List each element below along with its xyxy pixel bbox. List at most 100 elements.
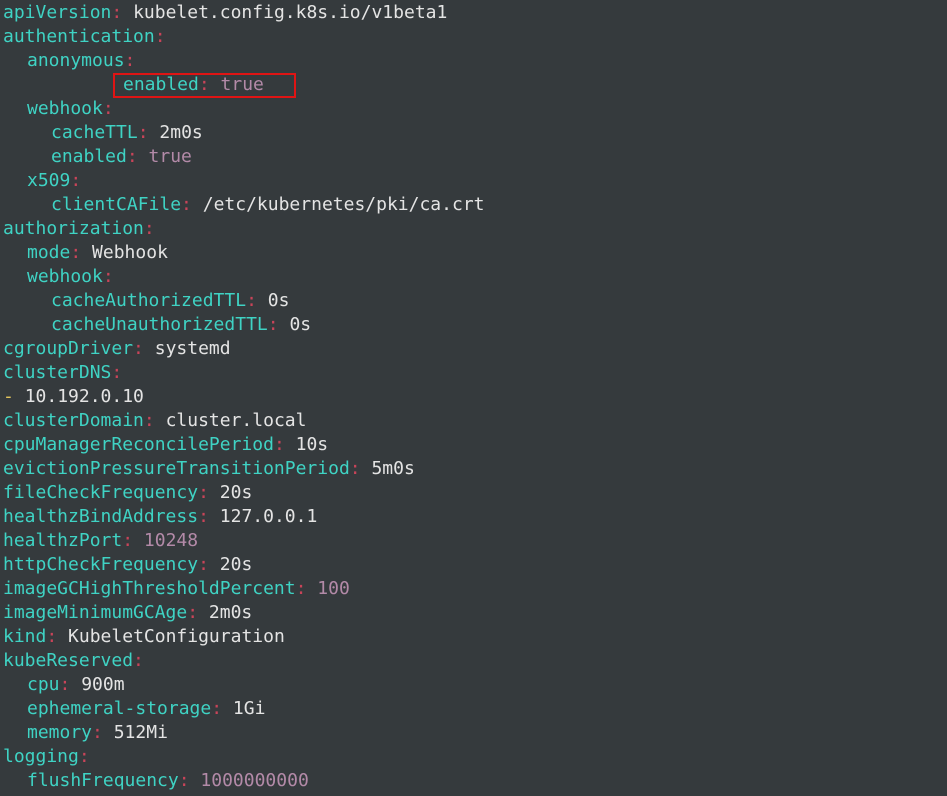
yaml-colon: : (143, 410, 166, 431)
yaml-key: healthzPort (3, 530, 123, 551)
yaml-colon: : (46, 626, 69, 647)
code-line-cgroupdriver: cgroupDriver: systemd (0, 337, 947, 361)
yaml-key: cacheTTL (51, 122, 138, 143)
yaml-key: clusterDNS (3, 362, 112, 383)
code-line-healthzbindaddress: healthzBindAddress: 127.0.0.1 (0, 505, 947, 529)
code-line-authz-webhook: webhook: (0, 265, 947, 289)
yaml-key: mode (27, 242, 71, 263)
yaml-value: 10.192.0.10 (24, 386, 144, 407)
yaml-key: logging (3, 746, 79, 767)
yaml-key: healthzBindAddress (3, 506, 199, 527)
code-line-kind: kind: KubeletConfiguration (0, 625, 947, 649)
yaml-colon: : (246, 290, 268, 311)
code-line-authentication: authentication: (0, 25, 947, 49)
yaml-colon: : (267, 314, 290, 335)
yaml-key: cpu (27, 674, 60, 695)
yaml-key: authorization (3, 218, 144, 239)
code-line-clientcafile: clientCAFile: /etc/kubernetes/pki/ca.crt (0, 193, 947, 217)
code-line-cacheauthorizedttl: cacheAuthorizedTTL: 0s (0, 289, 947, 313)
yaml-key: cacheUnauthorizedTTL (51, 314, 268, 335)
yaml-colon: : (78, 746, 90, 767)
yaml-value: KubeletConfiguration (68, 626, 285, 647)
yaml-list-dash: - (3, 386, 14, 407)
yaml-colon: : (137, 122, 160, 143)
yaml-colon: : (273, 434, 296, 455)
code-line-cachettl: cacheTTL: 2m0s (0, 121, 947, 145)
code-line-ephemeral-storage: ephemeral-storage: 1Gi (0, 697, 947, 721)
yaml-colon: : (211, 698, 233, 719)
code-line-cpu: cpu: 900m (0, 673, 947, 697)
yaml-value: 1Gi (232, 698, 266, 719)
code-line-webhook: webhook: (0, 97, 947, 121)
code-line-imagegchighthresholdpercent: imageGCHighThresholdPercent: 100 (0, 577, 947, 601)
code-line-kubereserved: kubeReserved: (0, 649, 947, 673)
yaml-value: 0s (289, 314, 312, 335)
yaml-value: 100 (317, 578, 350, 599)
yaml-key: anonymous (27, 50, 125, 71)
yaml-key: x509 (27, 170, 71, 191)
yaml-value: 2m0s (159, 122, 203, 143)
code-line-filecheckfrequency: fileCheckFrequency: 20s (0, 481, 947, 505)
yaml-colon: : (181, 194, 203, 215)
code-line-anonymous: anonymous: (0, 49, 947, 73)
yaml-value: 900m (81, 674, 125, 695)
yaml-colon: : (111, 2, 134, 23)
yaml-value: systemd (154, 338, 231, 359)
yaml-colon: : (198, 74, 221, 95)
yaml-value: kubelet.config.k8s.io/v1beta1 (133, 2, 448, 23)
yaml-colon: : (198, 554, 220, 575)
yaml-key: imageMinimumGCAge (3, 602, 188, 623)
code-line-clusterdns: clusterDNS: (0, 361, 947, 385)
yaml-colon: : (198, 482, 220, 503)
yaml-key: webhook (27, 266, 103, 287)
yaml-colon: : (59, 674, 82, 695)
yaml-colon: : (198, 506, 220, 527)
yaml-colon: : (102, 266, 114, 287)
yaml-colon: : (124, 50, 136, 71)
yaml-key: kind (3, 626, 47, 647)
yaml-colon: : (70, 242, 93, 263)
yaml-colon: : (92, 722, 114, 743)
code-line-flushfrequency: flushFrequency: 1000000000 (0, 769, 947, 793)
yaml-key: cacheAuthorizedTTL (51, 290, 247, 311)
yaml-key: kubeReserved (3, 650, 134, 671)
code-line-authorization: authorization: (0, 217, 947, 241)
yaml-value: 10248 (143, 530, 199, 551)
yaml-colon: : (122, 530, 144, 551)
yaml-value: 20s (219, 554, 253, 575)
yaml-key: clientCAFile (51, 194, 182, 215)
code-line-memory: memory: 512Mi (0, 721, 947, 745)
yaml-colon: : (187, 602, 209, 623)
yaml-colon: : (143, 218, 155, 239)
yaml-key: cpuManagerReconcilePeriod (3, 434, 274, 455)
yaml-key: cgroupDriver (3, 338, 134, 359)
code-line-httpcheckfrequency: httpCheckFrequency: 20s (0, 553, 947, 577)
yaml-key: fileCheckFrequency (3, 482, 199, 503)
code-line-mode: mode: Webhook (0, 241, 947, 265)
yaml-value: cluster.local (165, 410, 307, 431)
code-line-logging: logging: (0, 745, 947, 769)
code-line-healthzport: healthzPort: 10248 (0, 529, 947, 553)
yaml-value: 2m0s (208, 602, 253, 623)
yaml-colon: : (126, 146, 149, 167)
yaml-key: authentication (3, 26, 155, 47)
code-line-clusterdns-item: - 10.192.0.10 (0, 385, 947, 409)
code-line-cpumanagerreconcileperiod: cpuManagerReconcilePeriod: 10s (0, 433, 947, 457)
yaml-colon: : (349, 458, 372, 479)
yaml-value: 512Mi (113, 722, 168, 743)
yaml-value: 0s (267, 290, 290, 311)
code-line-apiversion: apiVersion: kubelet.config.k8s.io/v1beta… (0, 1, 947, 25)
yaml-value: true (148, 146, 192, 167)
yaml-value: 1000000000 (200, 770, 309, 791)
code-line-cacheunauthorizedttl: cacheUnauthorizedTTL: 0s (0, 313, 947, 337)
yaml-key: imageGCHighThresholdPercent (3, 578, 296, 599)
yaml-colon: : (70, 170, 82, 191)
yaml-value: true (220, 74, 264, 95)
yaml-value: /etc/kubernetes/pki/ca.crt (202, 194, 485, 215)
yaml-colon: : (133, 650, 144, 671)
yaml-value: Webhook (92, 242, 168, 263)
yaml-value: 20s (219, 482, 253, 503)
yaml-key: memory (27, 722, 93, 743)
yaml-colon: : (295, 578, 318, 599)
yaml-editor[interactable]: apiVersion: kubelet.config.k8s.io/v1beta… (0, 0, 947, 796)
